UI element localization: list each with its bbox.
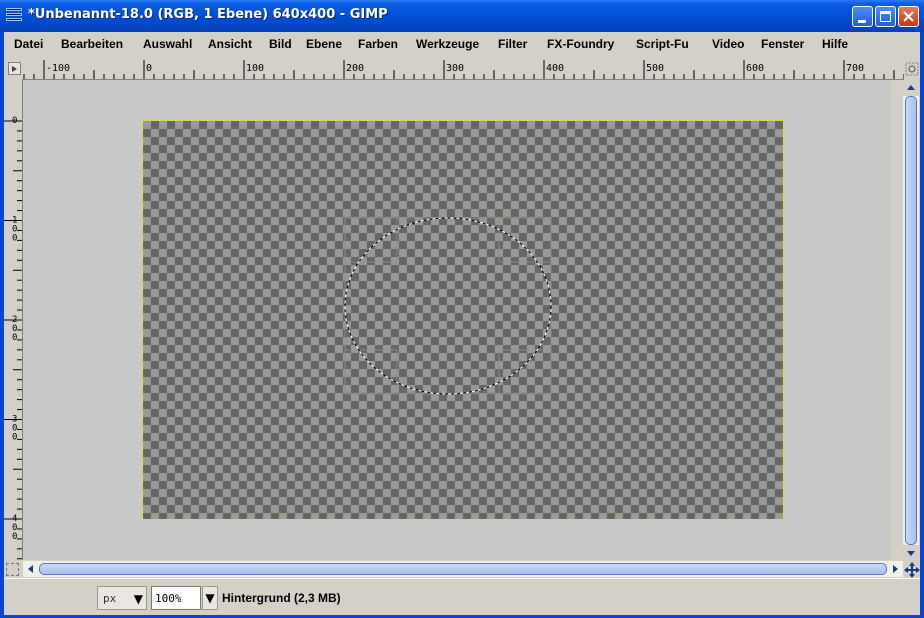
vertical-scrollbar[interactable] bbox=[903, 80, 919, 561]
arrow-up-icon bbox=[907, 85, 915, 90]
minimize-button[interactable] bbox=[852, 6, 873, 27]
horizontal-scrollbar[interactable] bbox=[23, 561, 903, 577]
close-icon bbox=[903, 11, 914, 22]
unit-selector[interactable]: px ▼ bbox=[97, 586, 147, 610]
arrow-down-icon bbox=[907, 551, 915, 556]
menu-datei[interactable]: Datei bbox=[14, 37, 43, 51]
ruler-label: 0 bbox=[146, 63, 152, 74]
menu-script-fu[interactable]: Script-Fu bbox=[636, 37, 689, 51]
menu-video[interactable]: Video bbox=[712, 37, 744, 51]
horizontal-ruler-ticks: -100 0 100 200 300 400 500 600 700 bbox=[23, 60, 904, 79]
status-bar: px ▼ 100% ▼ Hintergrund (2,3 MB) bbox=[4, 578, 920, 615]
unit-value: px bbox=[103, 592, 117, 605]
menu-werkzeuge[interactable]: Werkzeuge bbox=[416, 37, 479, 51]
ruler-label: 0 bbox=[12, 116, 17, 126]
menu-auswahl[interactable]: Auswahl bbox=[143, 37, 192, 51]
menu-fx-foundry[interactable]: FX-Foundry bbox=[547, 37, 614, 51]
menu-ebene[interactable]: Ebene bbox=[306, 37, 342, 51]
dropdown-arrow-icon: ▼ bbox=[133, 592, 143, 606]
layer-info: Hintergrund (2,3 MB) bbox=[222, 591, 341, 605]
ruler-label: 100 bbox=[246, 63, 264, 74]
zoom-input[interactable]: 100% bbox=[151, 586, 201, 610]
window-client: Datei Bearbeiten Auswahl Ansicht Bild Eb… bbox=[4, 32, 920, 615]
ruler-label: 700 bbox=[846, 63, 864, 74]
dropdown-arrow-icon: ▼ bbox=[205, 591, 215, 605]
zoom-toggle-icon[interactable] bbox=[905, 62, 919, 76]
menu-bar: Datei Bearbeiten Auswahl Ansicht Bild Eb… bbox=[4, 32, 920, 58]
menu-bearbeiten[interactable]: Bearbeiten bbox=[61, 37, 123, 51]
gimp-menu-icon[interactable] bbox=[6, 8, 22, 22]
close-button[interactable] bbox=[898, 6, 919, 27]
zoom-value: 100% bbox=[155, 592, 182, 605]
selection-overlay[interactable] bbox=[23, 80, 891, 560]
ellipse-selection[interactable] bbox=[344, 217, 552, 395]
horizontal-ruler[interactable]: -100 0 100 200 300 400 500 600 700 bbox=[22, 60, 904, 80]
ruler-label: 100 bbox=[12, 216, 17, 244]
ruler-label: 300 bbox=[12, 415, 17, 443]
gimp-window: *Unbenannt-18.0 (RGB, 1 Ebene) 640x400 -… bbox=[0, 0, 924, 618]
horizontal-scroll-thumb[interactable] bbox=[39, 563, 887, 575]
ruler-label: 500 bbox=[646, 63, 664, 74]
menu-hilfe[interactable]: Hilfe bbox=[822, 37, 848, 51]
menu-farben[interactable]: Farben bbox=[358, 37, 398, 51]
zoom-dropdown-button[interactable]: ▼ bbox=[202, 586, 218, 610]
navigate-icon[interactable] bbox=[904, 562, 920, 578]
scroll-up-button[interactable] bbox=[903, 80, 919, 96]
menu-fenster[interactable]: Fenster bbox=[761, 37, 804, 51]
scroll-down-button[interactable] bbox=[903, 545, 919, 561]
ruler-label: 400 bbox=[546, 63, 564, 74]
quick-mask-toggle[interactable] bbox=[6, 563, 19, 576]
ruler-label: 200 bbox=[346, 63, 364, 74]
maximize-button[interactable] bbox=[875, 6, 896, 27]
vertical-ruler-ticks: 0 1 0 0 2 0 0 3 0 0 4 0 0 bbox=[4, 116, 22, 560]
image-menu-button[interactable] bbox=[8, 62, 21, 75]
vertical-scroll-thumb[interactable] bbox=[905, 96, 917, 545]
arrow-right-icon[interactable] bbox=[887, 561, 903, 577]
minimize-icon bbox=[858, 20, 866, 23]
ruler-label: 400 bbox=[12, 514, 17, 542]
menu-bild[interactable]: Bild bbox=[269, 37, 292, 51]
ruler-label: 200 bbox=[12, 315, 17, 343]
ruler-label: 300 bbox=[446, 63, 464, 74]
title-bar[interactable]: *Unbenannt-18.0 (RGB, 1 Ebene) 640x400 -… bbox=[0, 0, 924, 32]
canvas-area[interactable] bbox=[23, 80, 891, 560]
vertical-ruler[interactable]: 0 100 200 300 400 bbox=[4, 80, 23, 560]
maximize-icon bbox=[880, 11, 891, 22]
menu-ansicht[interactable]: Ansicht bbox=[208, 37, 252, 51]
menu-filter[interactable]: Filter bbox=[498, 37, 527, 51]
window-title: *Unbenannt-18.0 (RGB, 1 Ebene) 640x400 -… bbox=[28, 7, 388, 22]
ruler-label: 600 bbox=[746, 63, 764, 74]
arrow-left-icon[interactable] bbox=[23, 561, 39, 577]
ruler-label: -100 bbox=[46, 63, 70, 74]
